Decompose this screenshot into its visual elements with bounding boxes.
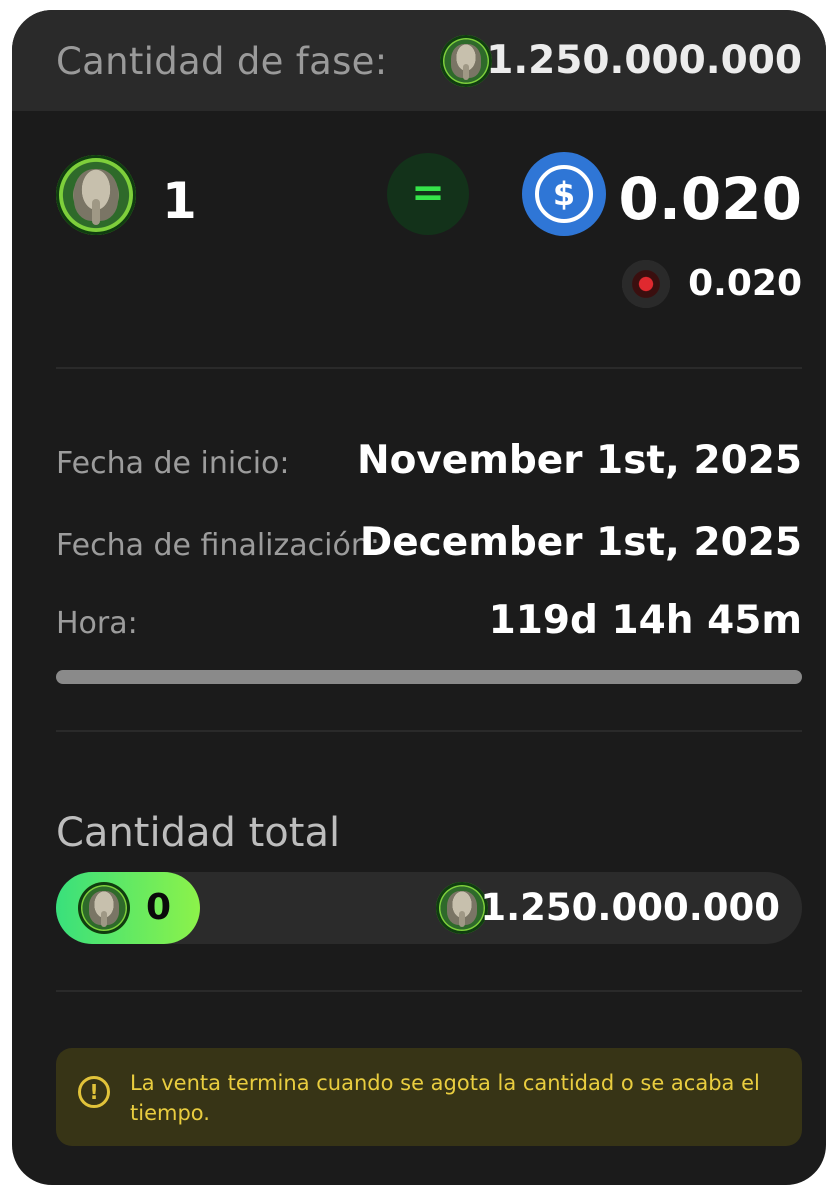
sold-amount-value: 0 <box>146 887 172 928</box>
warning-icon: ! <box>78 1076 110 1108</box>
elephant-coin-icon <box>56 155 136 235</box>
start-date-label: Fecha de inicio: <box>56 446 290 481</box>
sale-notice: ! La venta termina cuando se agota la ca… <box>56 1048 802 1146</box>
time-remaining-value: 119d 14h 45m <box>488 598 802 643</box>
sold-amount-pill: 0 <box>56 872 200 944</box>
usdc-price: 0.020 <box>618 165 802 233</box>
divider <box>56 730 802 732</box>
time-label: Hora: <box>56 606 138 641</box>
equals-icon: = <box>387 153 469 235</box>
divider <box>56 990 802 992</box>
start-date-value: November 1st, 2025 <box>356 438 802 483</box>
total-amount-label: Cantidad total <box>56 810 341 856</box>
usdc-icon: $ <box>522 152 606 236</box>
token-amount: 1 <box>162 172 197 230</box>
total-amount-bar: 0 1.250.000.000 <box>56 872 802 944</box>
phase-header: Cantidad de fase: 1.250.000.000 <box>12 10 826 111</box>
divider <box>56 367 802 369</box>
elephant-coin-icon <box>440 35 492 87</box>
secondary-price: 0.020 <box>688 263 802 304</box>
presale-card: Cantidad de fase: 1.250.000.000 1 = $ 0.… <box>12 10 826 1185</box>
phase-amount-label: Cantidad de fase: <box>56 40 388 83</box>
sale-notice-text: La venta termina cuando se agota la cant… <box>130 1071 760 1125</box>
end-date-label: Fecha de finalización: <box>56 528 380 563</box>
phase-amount-value: 1.250.000.000 <box>486 38 802 83</box>
total-amount-value: 1.250.000.000 <box>480 886 780 929</box>
end-date-value: December 1st, 2025 <box>359 520 802 565</box>
alt-token-icon <box>622 260 670 308</box>
elephant-coin-icon <box>78 882 130 934</box>
time-progress-bar <box>56 670 802 684</box>
